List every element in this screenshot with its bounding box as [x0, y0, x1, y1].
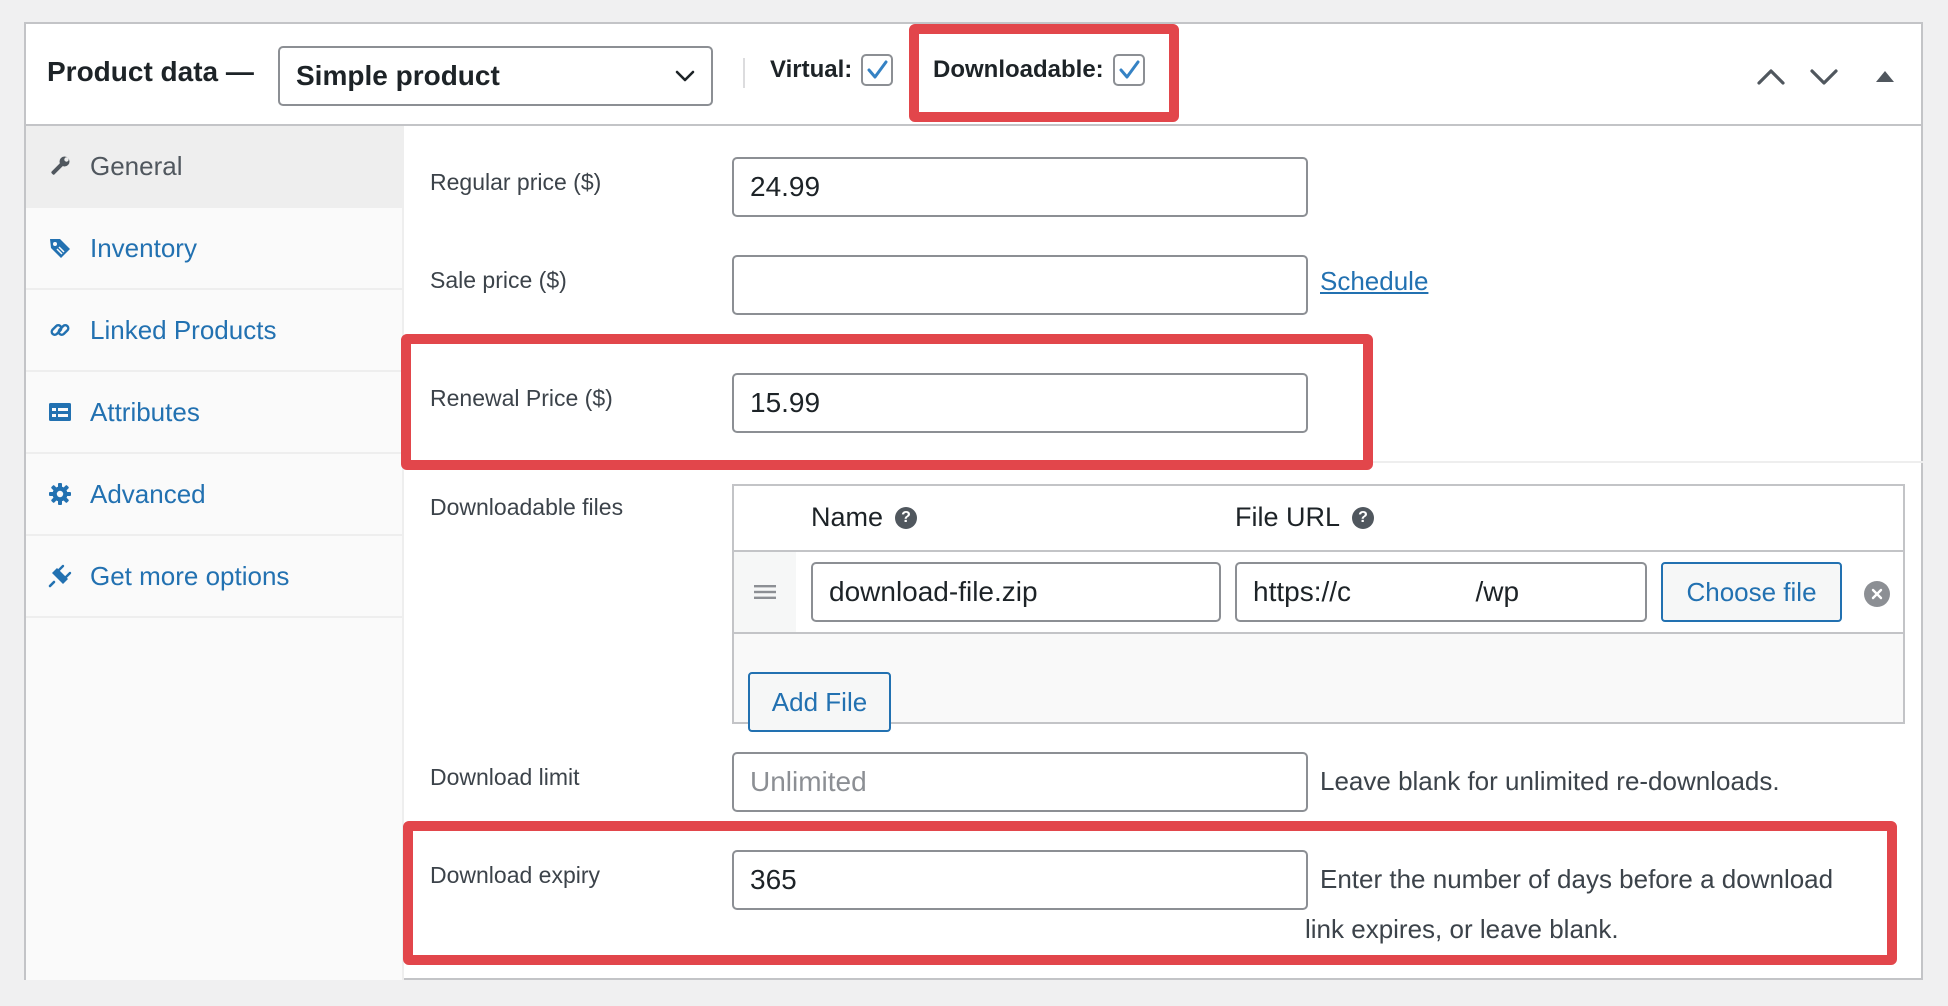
link-icon: [47, 317, 73, 343]
product-type-select[interactable]: Simple product: [278, 46, 713, 106]
virtual-label: Virtual:: [770, 56, 853, 83]
tab-get-more-options[interactable]: Get more options: [26, 536, 402, 618]
tab-label: General: [90, 150, 183, 181]
url-header-label: File URL: [1235, 502, 1341, 532]
checkmark-icon: [1119, 60, 1140, 79]
regular-price-input[interactable]: [732, 157, 1308, 217]
download-limit-input[interactable]: [732, 752, 1308, 812]
help-icon[interactable]: ?: [895, 506, 918, 529]
tab-label: Attributes: [90, 396, 200, 427]
tab-label: Linked Products: [90, 314, 277, 345]
tab-advanced[interactable]: Advanced: [26, 454, 402, 536]
tab-inventory[interactable]: Inventory: [26, 208, 402, 290]
download-expiry-description-cont: link expires, or leave blank.: [1305, 914, 1619, 944]
downloadable-files-label: Downloadable files: [430, 494, 624, 520]
download-limit-label: Download limit: [430, 764, 580, 790]
wrench-icon: [47, 153, 73, 179]
table-icon: [47, 399, 73, 425]
product-data-header: Product data — Simple product Virtual: D…: [26, 24, 1921, 126]
remove-file-icon[interactable]: [1864, 581, 1890, 607]
download-expiry-label: Download expiry: [430, 862, 601, 888]
tag-icon: [47, 235, 73, 261]
add-file-button[interactable]: Add File: [748, 672, 891, 732]
download-expiry-description: Enter the number of days before a downlo…: [1320, 864, 1834, 894]
plugin-icon: [47, 563, 73, 589]
choose-file-button[interactable]: Choose file: [1661, 562, 1842, 622]
product-data-panel: Product data — Simple product Virtual: D…: [24, 22, 1923, 980]
file-url-column-header: File URL ?: [1235, 502, 1375, 533]
files-table-header: Name ? File URL ?: [734, 486, 1903, 552]
downloadable-checkbox[interactable]: [1112, 54, 1145, 86]
downloadable-label: Downloadable:: [933, 56, 1104, 83]
gear-icon: [47, 481, 73, 507]
virtual-checkbox[interactable]: [861, 54, 894, 86]
move-down-icon[interactable]: [1807, 62, 1841, 92]
download-limit-description: Leave blank for unlimited re-downloads.: [1320, 766, 1780, 796]
collapse-toggle-icon[interactable]: [1868, 62, 1902, 92]
schedule-link[interactable]: Schedule: [1320, 266, 1428, 297]
name-column-header: Name ?: [811, 502, 918, 533]
file-url-input[interactable]: [1235, 562, 1647, 622]
downloadable-files-table: Name ? File URL ? Choose file Add File: [732, 484, 1905, 732]
chevron-down-icon: [675, 70, 695, 82]
product-type-value: Simple product: [296, 60, 500, 91]
header-separator: [743, 58, 745, 88]
sale-price-input[interactable]: [732, 255, 1308, 315]
virtual-option[interactable]: Virtual:: [770, 54, 894, 86]
download-expiry-input[interactable]: [732, 850, 1308, 910]
product-data-title: Product data —: [47, 56, 254, 87]
sale-price-label: Sale price ($): [430, 267, 567, 293]
checkmark-icon: [867, 60, 888, 79]
downloadable-option[interactable]: Downloadable:: [933, 54, 1145, 86]
renewal-price-label: Renewal Price ($): [430, 385, 613, 411]
tab-label: Get more options: [90, 560, 290, 591]
name-header-label: Name: [811, 502, 884, 532]
tab-label: Advanced: [90, 478, 206, 509]
section-divider: [406, 461, 1923, 463]
drag-handle-icon[interactable]: [734, 552, 796, 632]
regular-price-label: Regular price ($): [430, 169, 602, 195]
file-name-input[interactable]: [811, 562, 1221, 622]
tab-attributes[interactable]: Attributes: [26, 372, 402, 454]
help-icon[interactable]: ?: [1352, 506, 1375, 529]
table-row: Choose file: [734, 552, 1903, 634]
product-data-tabs: General Inventory Linked Products Attrib…: [26, 126, 404, 980]
tab-linked-products[interactable]: Linked Products: [26, 290, 402, 372]
renewal-price-input[interactable]: [732, 373, 1308, 433]
tab-general[interactable]: General: [26, 126, 402, 208]
move-up-icon[interactable]: [1754, 62, 1788, 92]
tab-label: Inventory: [90, 232, 197, 263]
